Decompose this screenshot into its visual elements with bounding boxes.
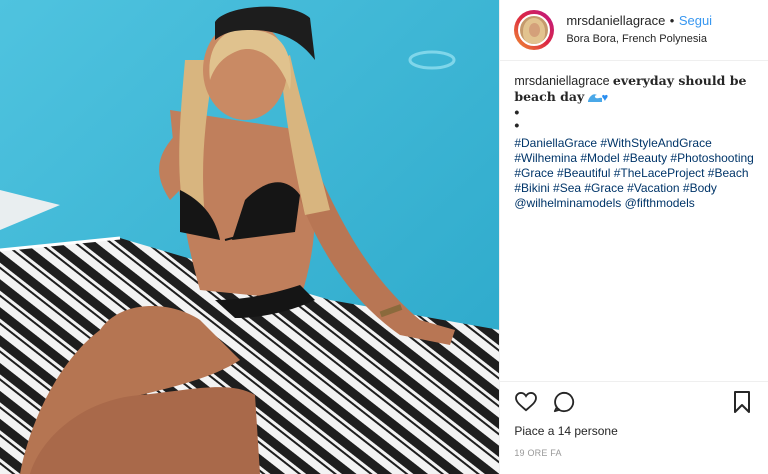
post-sidebar: mrsdaniellagrace • Segui Bora Bora, Fren…	[499, 0, 768, 474]
blue-heart-icon: ♥	[601, 92, 609, 104]
caption-username-link[interactable]: mrsdaniellagrace	[514, 74, 609, 88]
likes-count[interactable]: Piace a 14 persone	[514, 424, 754, 438]
caption-bullet: •	[514, 104, 520, 120]
follow-button[interactable]: Segui	[679, 13, 712, 28]
separator-dot: •	[669, 13, 675, 28]
hashtag-block: #DaniellaGrace #WithStyleAndGrace #Wilhe…	[514, 136, 754, 211]
hashtag-line[interactable]: #Bikini #Sea #Grace #Vacation #Body	[514, 181, 754, 196]
instagram-post: mrsdaniellagrace • Segui Bora Bora, Fren…	[0, 0, 768, 474]
post-header: mrsdaniellagrace • Segui Bora Bora, Fren…	[500, 0, 768, 61]
avatar-image	[518, 14, 551, 46]
hashtag-line[interactable]: #DaniellaGrace #WithStyleAndGrace	[514, 136, 754, 151]
post-actions: Piace a 14 persone 19 ORE FA	[500, 381, 768, 458]
hashtag-line[interactable]: #Wilhemina #Model #Beauty #Photoshooting	[514, 151, 754, 166]
avatar[interactable]	[514, 10, 555, 50]
heart-icon[interactable]	[514, 390, 538, 414]
caption-bullet: •	[514, 117, 520, 133]
comment-icon[interactable]	[552, 390, 576, 414]
post-photo[interactable]	[0, 0, 500, 474]
username-link[interactable]: mrsdaniellagrace	[566, 13, 665, 28]
mention-line[interactable]: @wilhelminamodels @fifthmodels	[514, 196, 754, 211]
action-icons	[514, 390, 754, 414]
hashtag-line[interactable]: #Grace #Beautiful #TheLaceProject #Beach	[514, 166, 754, 181]
header-text: mrsdaniellagrace • Segui Bora Bora, Fren…	[566, 13, 712, 47]
photo-illustration	[0, 0, 500, 474]
location-link[interactable]: Bora Bora, French Polynesia	[566, 31, 712, 47]
post-caption: mrsdaniellagrace everyday should be beac…	[500, 61, 768, 211]
bookmark-icon[interactable]	[730, 390, 754, 414]
wave-icon	[587, 94, 602, 103]
post-timestamp: 19 ORE FA	[514, 448, 562, 458]
